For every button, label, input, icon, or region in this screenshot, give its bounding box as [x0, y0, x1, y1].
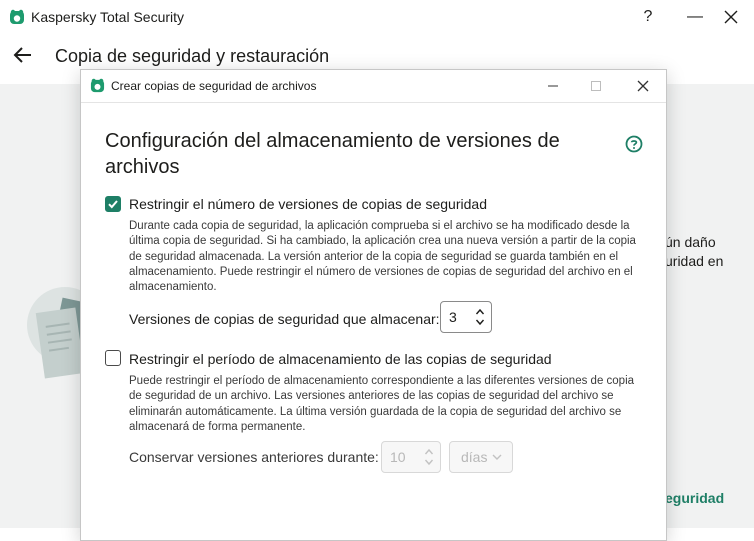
dialog-title: Crear copias de seguridad de archivos	[111, 79, 317, 93]
background-text: uridad en	[665, 253, 724, 269]
restrict-versions-checkbox[interactable]	[105, 196, 121, 212]
back-arrow-icon[interactable]	[12, 44, 34, 66]
restrict-versions-label[interactable]: Restringir el número de versiones de cop…	[129, 196, 487, 212]
restrict-versions-description: Durante cada copia de seguridad, la apli…	[129, 220, 636, 294]
restrict-period-label[interactable]: Restringir el período de almacenamiento …	[129, 351, 552, 367]
dialog-heading: Configuración del almacenamiento de vers…	[105, 130, 560, 178]
help-button[interactable]: ?	[637, 6, 659, 28]
backup-settings-dialog: Crear copias de seguridad de archivos Co…	[80, 69, 667, 541]
checkmark-icon	[108, 200, 118, 209]
app-title: Kaspersky Total Security	[31, 9, 185, 25]
close-icon[interactable]	[632, 75, 654, 97]
dialog-titlebar: Crear copias de seguridad de archivos	[81, 70, 666, 103]
background-link[interactable]: eguridad	[665, 490, 724, 506]
background-text: ún daño	[665, 234, 716, 250]
retention-unit-select[interactable]: días	[449, 441, 513, 473]
main-titlebar: Kaspersky Total Security ? —	[0, 0, 754, 34]
minimize-button[interactable]: —	[684, 6, 706, 28]
retention-period-stepper[interactable]: 10	[381, 441, 441, 473]
page-title: Copia de seguridad y restauración	[55, 46, 330, 66]
kaspersky-logo-icon	[90, 78, 105, 93]
maximize-icon	[591, 81, 601, 91]
retention-period-label: Conservar versiones anteriores durante:	[129, 449, 379, 465]
close-icon[interactable]	[724, 10, 738, 24]
retention-unit-value: días	[461, 449, 488, 465]
versions-count-stepper[interactable]: 3	[440, 301, 492, 333]
stepper-arrows-icon[interactable]	[475, 307, 485, 327]
kaspersky-logo-icon	[10, 9, 24, 24]
restrict-period-description: Puede restringir el período de almacenam…	[129, 375, 635, 433]
chevron-down-icon	[492, 454, 502, 460]
stepper-arrows-icon[interactable]	[424, 447, 434, 467]
retention-period-value: 10	[390, 449, 406, 465]
versions-count-value: 3	[449, 309, 457, 325]
versions-count-label: Versiones de copias de seguridad que alm…	[129, 311, 440, 327]
minimize-icon[interactable]	[542, 75, 564, 97]
help-icon[interactable]	[625, 135, 643, 153]
restrict-period-checkbox[interactable]	[105, 350, 121, 366]
